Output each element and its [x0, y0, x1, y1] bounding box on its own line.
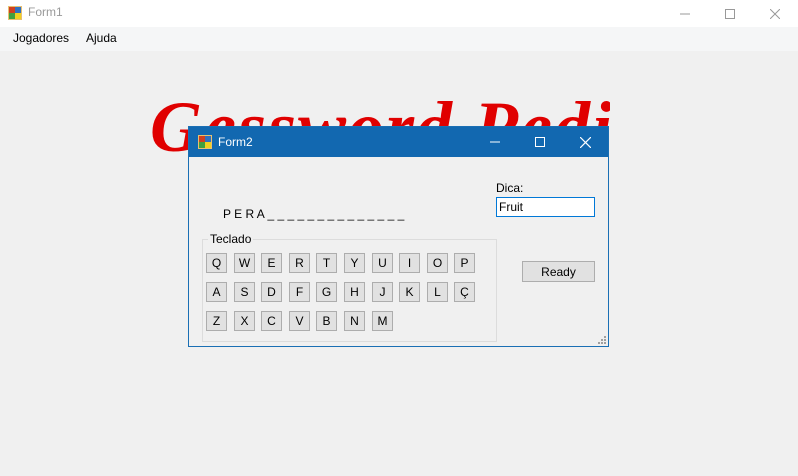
- form2-title-bar: Form2: [189, 127, 608, 157]
- key-button[interactable]: H: [344, 282, 365, 302]
- form2-window: Form2 P E R A _ _ _ _ _ _ _ _ _ _ _ _ _ …: [188, 126, 609, 347]
- key-button[interactable]: V: [289, 311, 310, 331]
- maximize-icon: [535, 137, 545, 147]
- maximize-icon: [725, 8, 735, 19]
- keyboard-group-label: Teclado: [208, 232, 254, 246]
- form2-caption: Form2: [218, 135, 253, 149]
- key-button[interactable]: P: [454, 253, 475, 273]
- key-button[interactable]: L: [427, 282, 448, 302]
- close-button[interactable]: [752, 0, 798, 27]
- close-icon: [579, 136, 591, 148]
- key-button[interactable]: W: [234, 253, 255, 273]
- key-button[interactable]: B: [316, 311, 337, 331]
- form1-title-bar: Form1: [0, 0, 798, 27]
- guess-word: P E R A _ _ _ _ _ _ _ _ _ _ _ _ _ _: [223, 207, 405, 221]
- key-button[interactable]: Y: [344, 253, 365, 273]
- minimize-icon: [490, 141, 500, 143]
- key-button[interactable]: R: [289, 253, 310, 273]
- app-icon: [8, 6, 22, 20]
- hint-input[interactable]: [496, 197, 595, 217]
- key-button[interactable]: O: [427, 253, 448, 273]
- ready-button[interactable]: Ready: [522, 261, 595, 282]
- menu-ajuda[interactable]: Ajuda: [86, 31, 117, 45]
- key-button[interactable]: I: [399, 253, 420, 273]
- form2-maximize-button[interactable]: [517, 127, 563, 157]
- key-button[interactable]: Z: [206, 311, 227, 331]
- key-button[interactable]: M: [372, 311, 393, 331]
- hint-label: Dica:: [496, 181, 524, 195]
- menu-jogadores[interactable]: Jogadores: [13, 31, 69, 45]
- key-button[interactable]: T: [316, 253, 337, 273]
- key-button[interactable]: F: [289, 282, 310, 302]
- form2-minimize-button[interactable]: [472, 127, 518, 157]
- app-icon: [198, 135, 212, 149]
- key-button[interactable]: G: [316, 282, 337, 302]
- key-button[interactable]: Q: [206, 253, 227, 273]
- key-button[interactable]: U: [372, 253, 393, 273]
- key-button[interactable]: Ç: [454, 282, 475, 302]
- key-button[interactable]: J: [372, 282, 393, 302]
- menu-bar: [0, 27, 798, 51]
- form2-close-button[interactable]: [562, 127, 608, 157]
- minimize-icon: [680, 13, 690, 14]
- key-button[interactable]: C: [261, 311, 282, 331]
- key-button[interactable]: N: [344, 311, 365, 331]
- close-icon: [770, 8, 780, 19]
- key-button[interactable]: A: [206, 282, 227, 302]
- key-button[interactable]: K: [399, 282, 420, 302]
- key-button[interactable]: S: [234, 282, 255, 302]
- resize-grip-icon[interactable]: [596, 334, 606, 344]
- key-button[interactable]: X: [234, 311, 255, 331]
- minimize-button[interactable]: [662, 0, 708, 27]
- maximize-button[interactable]: [707, 0, 753, 27]
- key-button[interactable]: D: [261, 282, 282, 302]
- key-button[interactable]: E: [261, 253, 282, 273]
- form1-caption: Form1: [28, 5, 63, 19]
